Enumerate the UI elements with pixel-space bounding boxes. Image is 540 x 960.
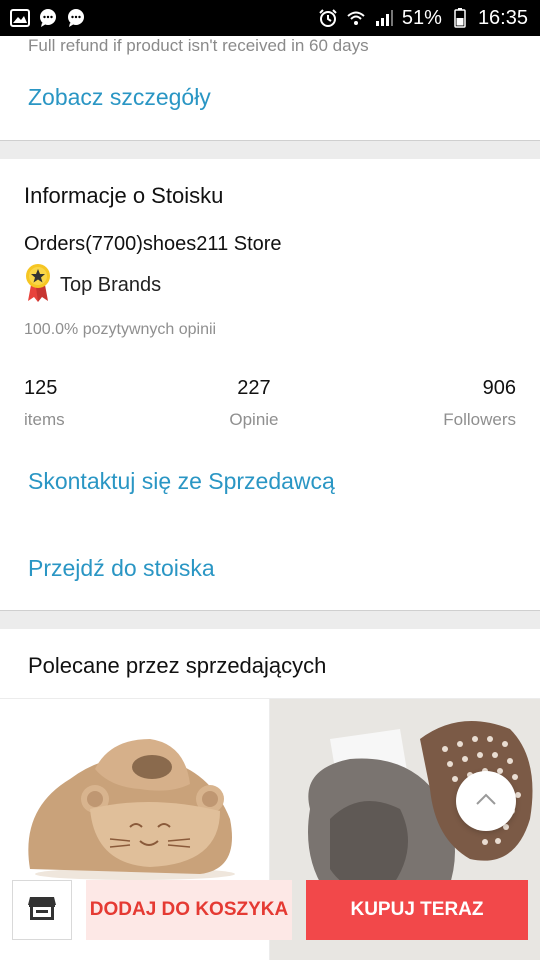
followers-label: Followers [443,410,516,429]
see-details-link[interactable]: Zobacz szczegóły [28,84,211,111]
clock: 16:35 [477,6,528,29]
items-count: 125 [24,377,58,399]
screen: 51% 16:35 Full refund if product isn't r… [0,0,540,960]
store-stats: 125 items 227 Opinie 906 Followers [24,377,516,430]
add-to-cart-button[interactable]: DODAJ DO KOSZYKA [86,880,292,940]
chat-icon [66,8,86,28]
store-section-title: Informacje o Stoisku [24,183,224,208]
items-label: items [24,410,65,429]
status-right-icons: 51% 16:35 [318,7,528,30]
buy-now-button[interactable]: KUPUJ TERAZ [306,880,528,940]
chevron-up-icon [475,792,497,811]
stat-followers[interactable]: 906 Followers [443,377,516,430]
recommended-title: Polecane przez sprzedających [28,653,327,678]
contact-seller-link[interactable]: Skontaktuj się ze Sprzedawcą [28,468,335,495]
wifi-icon [346,8,366,28]
reviews-label: Opinie [229,410,279,429]
refund-text: Full refund if product isn't received in… [28,36,369,55]
store-name[interactable]: Orders(7700)shoes211 Store [24,233,282,256]
positive-feedback: 100.0% pozytywnych opinii [24,321,217,338]
chat-icon [38,8,58,28]
status-left-icons [10,8,86,28]
status-bar: 51% 16:35 [0,0,540,36]
top-brands-badge: Top Brands [24,263,161,308]
scroll-to-top-button[interactable] [456,771,516,831]
battery-icon [450,8,470,28]
battery-percent: 51% [401,6,442,29]
bottom-action-bar: DODAJ DO KOSZYKA KUPUJ TERAZ [0,880,540,960]
go-to-store-link[interactable]: Przejdź do stoiska [28,555,215,582]
signal-icon [374,8,394,28]
medal-icon [24,263,52,308]
stat-items[interactable]: 125 items [24,377,65,430]
stat-reviews[interactable]: 227 Opinie [229,377,278,430]
top-brands-label: Top Brands [60,274,162,296]
store-button[interactable] [12,880,72,940]
store-icon [27,895,57,926]
refund-section: Full refund if product isn't received in… [0,36,540,141]
image-icon [10,8,30,28]
alarm-icon [318,8,338,28]
store-info-section: Informacje o Stoisku Orders(7700)shoes21… [0,159,540,611]
followers-count: 906 [482,377,516,399]
reviews-count: 227 [237,377,271,399]
